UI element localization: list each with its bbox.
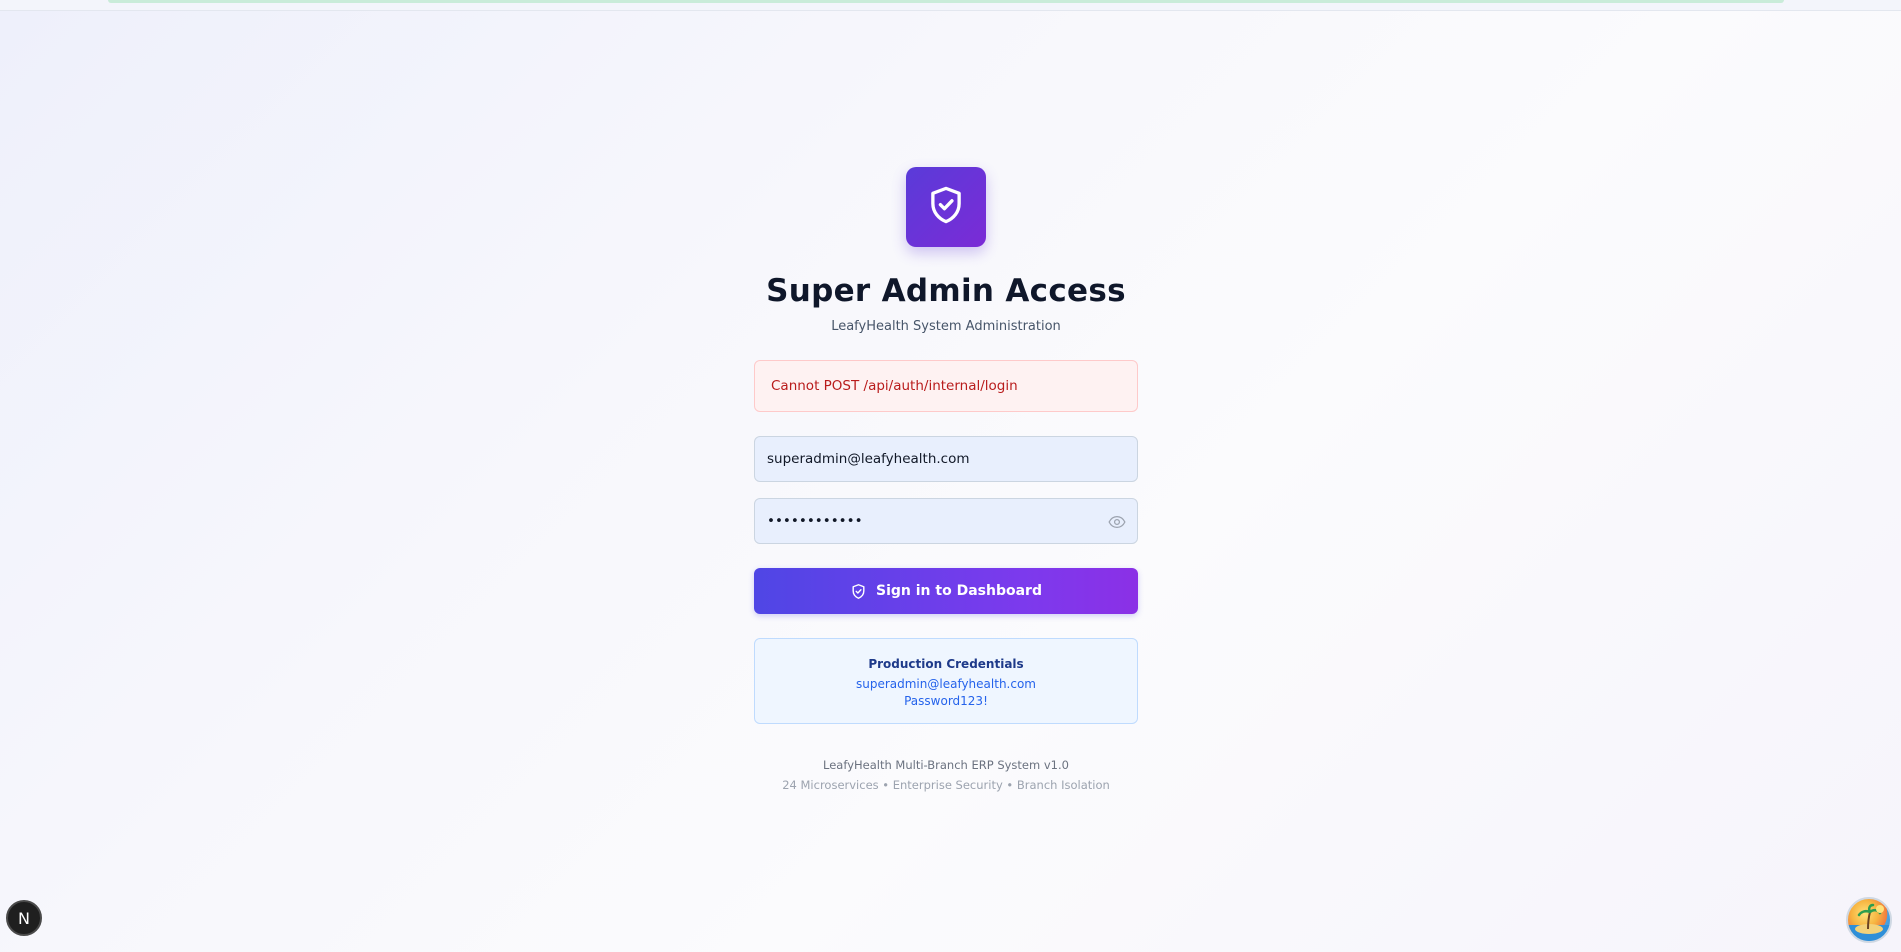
page-title: Super Admin Access bbox=[766, 273, 1126, 309]
credentials-title: Production Credentials bbox=[868, 657, 1024, 671]
page-subtitle: LeafyHealth System Administration bbox=[831, 319, 1061, 334]
credentials-panel: Production Credentials superadmin@leafyh… bbox=[754, 638, 1138, 724]
island-avatar-art bbox=[1848, 903, 1890, 941]
email-input[interactable] bbox=[767, 451, 1125, 467]
sign-in-label: Sign in to Dashboard bbox=[876, 583, 1042, 599]
island-avatar-icon[interactable] bbox=[1846, 897, 1892, 943]
email-field[interactable] bbox=[754, 436, 1138, 482]
dev-badge-letter: N bbox=[18, 908, 30, 928]
logo bbox=[906, 167, 986, 247]
error-message: Cannot POST /api/auth/internal/login bbox=[771, 378, 1018, 394]
sign-in-button[interactable]: Sign in to Dashboard bbox=[754, 568, 1138, 614]
footer-features: 24 Microservices • Enterprise Security •… bbox=[782, 778, 1110, 792]
footer-version: LeafyHealth Multi-Branch ERP System v1.0 bbox=[823, 758, 1069, 772]
shield-check-icon bbox=[925, 184, 967, 230]
shield-check-icon bbox=[850, 583, 867, 600]
nextjs-icon[interactable]: N bbox=[6, 900, 42, 936]
password-field[interactable] bbox=[754, 498, 1138, 544]
credentials-email: superadmin@leafyhealth.com bbox=[855, 677, 1036, 691]
password-input[interactable] bbox=[767, 513, 1125, 529]
error-alert: Cannot POST /api/auth/internal/login bbox=[754, 360, 1138, 412]
login-card: Super Admin Access LeafyHealth System Ad… bbox=[754, 167, 1138, 792]
top-strip-accent bbox=[108, 0, 1784, 3]
credentials-password: Password123! bbox=[904, 694, 988, 708]
top-browser-strip bbox=[0, 0, 1901, 11]
eye-icon[interactable] bbox=[1107, 513, 1127, 531]
